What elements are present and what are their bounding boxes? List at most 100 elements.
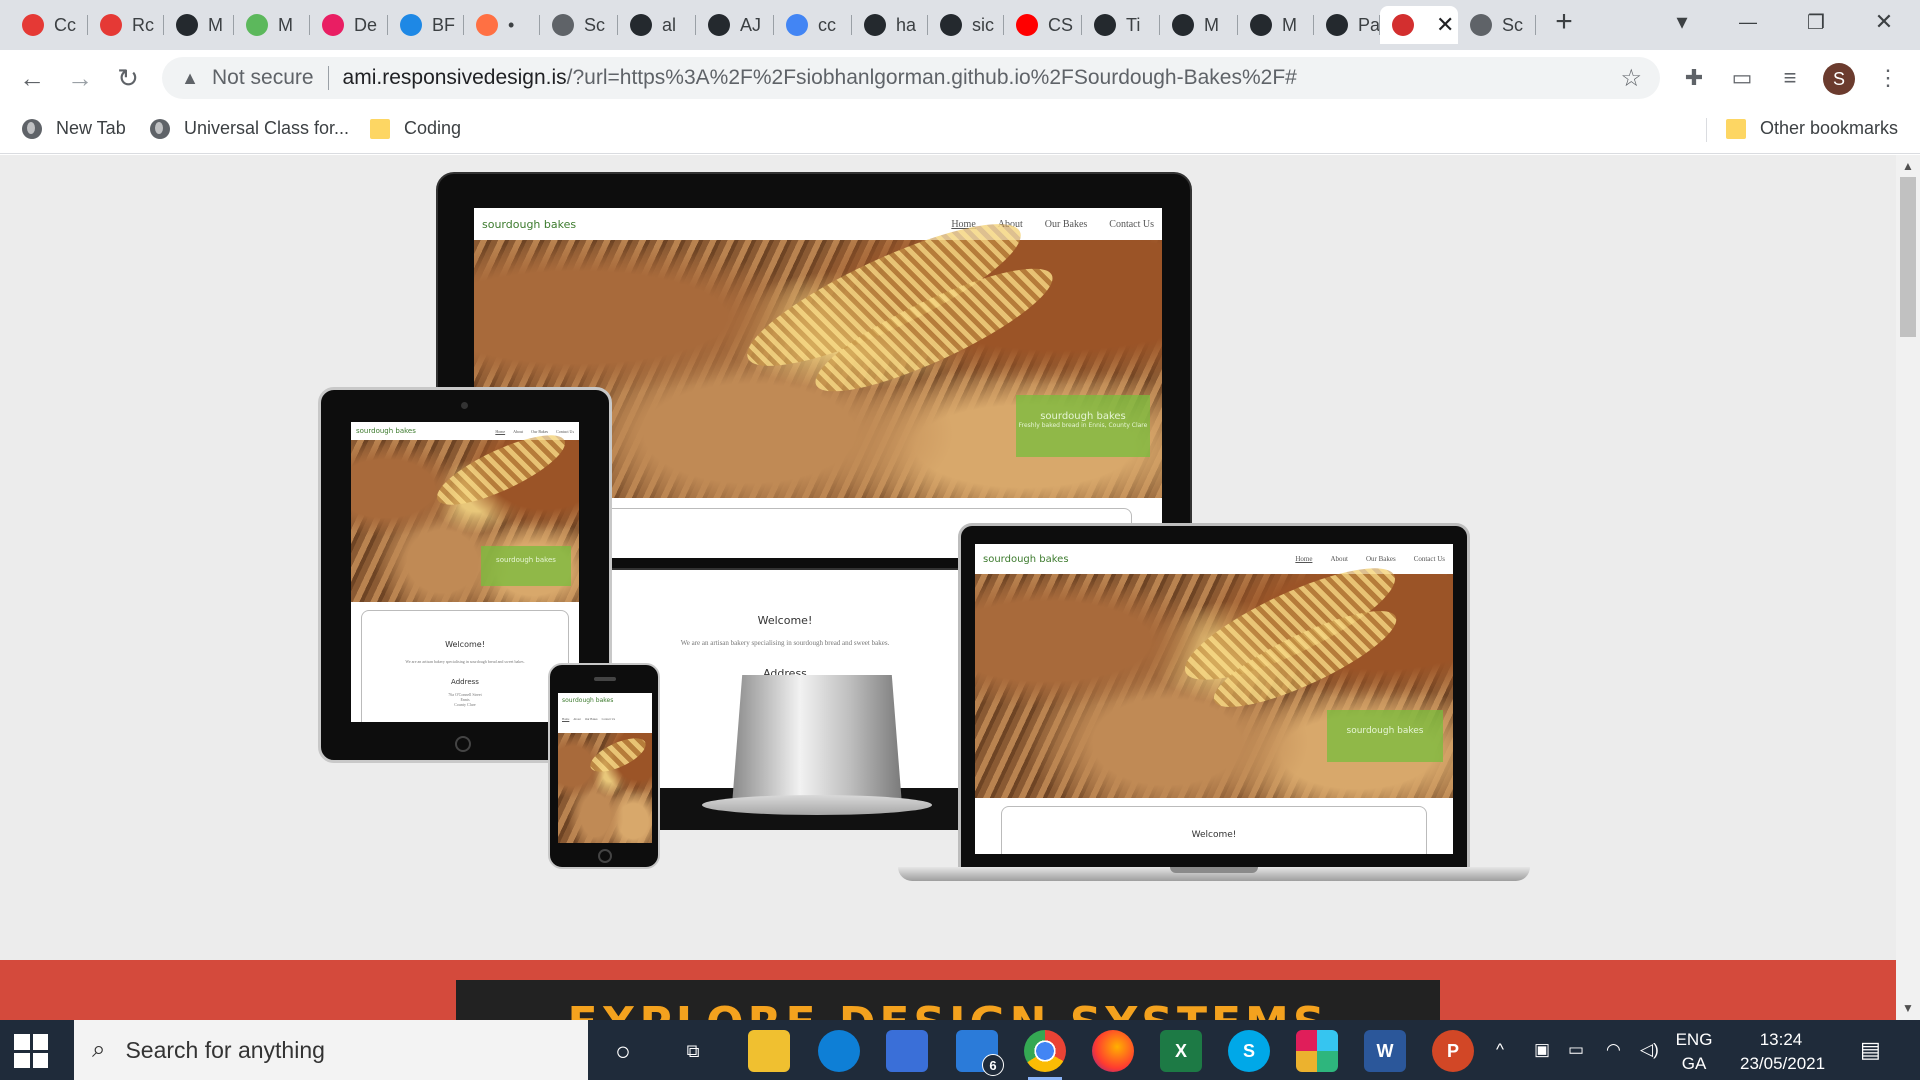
minimize-icon[interactable]: — [1726, 0, 1770, 44]
nav-our-bakes[interactable]: Our Bakes [531, 429, 548, 434]
bookmarks-bar: New Tab Universal Class for... Coding Ot… [0, 106, 1920, 154]
nav-contact[interactable]: Contact Us [1414, 555, 1445, 563]
mail-icon[interactable]: 6 [956, 1030, 1004, 1076]
nav-contact[interactable]: Contact Us [1109, 219, 1154, 230]
bookmark-universal-class[interactable]: Universal Class for... [150, 118, 349, 139]
browser-tab[interactable]: ha [852, 6, 928, 44]
nav-our-bakes[interactable]: Our Bakes [1045, 219, 1088, 230]
browser-tab[interactable]: M [164, 6, 234, 44]
tray-chevron-icon[interactable]: ^ [1496, 1020, 1504, 1080]
wifi-icon[interactable]: ◠ [1606, 1020, 1621, 1080]
browser-tab[interactable]: CS [1004, 6, 1082, 44]
browser-tab[interactable]: De [310, 6, 388, 44]
profile-avatar[interactable]: S [1823, 63, 1855, 95]
ad-banner[interactable]: EXPLORE DESIGN SYSTEMS [0, 960, 1896, 1020]
monitor-base [702, 795, 932, 815]
phone-device: sourdough bakes Home About Our Bakes Con… [548, 663, 660, 869]
nav-home[interactable]: Home [562, 717, 569, 721]
google-icon [786, 14, 808, 36]
excel-icon[interactable]: X [1160, 1030, 1202, 1072]
site-brand[interactable]: sourdough bakes [356, 427, 416, 435]
hero-image: sourdough bakes [351, 422, 579, 602]
site-brand[interactable]: sourdough bakes [482, 218, 576, 231]
slack-icon[interactable] [1296, 1030, 1338, 1072]
scroll-down-icon[interactable]: ▼ [1902, 1001, 1914, 1015]
chrome-icon[interactable] [1024, 1030, 1066, 1080]
forward-button[interactable]: → [60, 58, 100, 98]
scroll-up-icon[interactable]: ▲ [1902, 159, 1914, 173]
browser-tab[interactable]: Sc [540, 6, 618, 44]
browser-tab[interactable]: cc [774, 6, 852, 44]
nav-our-bakes[interactable]: Our Bakes [1366, 555, 1396, 563]
browser-tab[interactable]: AJ [696, 6, 774, 44]
new-tab-button[interactable]: + [1542, 0, 1586, 44]
bookmark-coding-folder[interactable]: Coding [370, 118, 461, 139]
browser-tab[interactable]: Rc [88, 6, 164, 44]
tab-search-icon[interactable]: ▾ [1660, 0, 1704, 44]
nav-our-bakes[interactable]: Our Bakes [585, 717, 598, 721]
browser-tab[interactable]: al [618, 6, 696, 44]
bookmark-star-icon[interactable]: ☆ [1620, 64, 1642, 93]
site-menu: Home About Our Bakes Contact Us [1295, 555, 1445, 563]
nav-contact[interactable]: Contact Us [556, 429, 574, 434]
nav-about[interactable]: About [513, 429, 523, 434]
browser-tab[interactable]: Sc [1458, 6, 1536, 44]
firefox-icon[interactable] [1092, 1030, 1134, 1072]
browser-tab[interactable]: ✕ [1380, 6, 1458, 44]
address-bar[interactable]: ▲ Not secure ami.responsivedesign.is/?ur… [162, 57, 1660, 99]
tab-label: M [1204, 14, 1219, 35]
github-icon [940, 14, 962, 36]
nav-about[interactable]: About [573, 717, 581, 721]
reload-button[interactable]: ↻ [108, 58, 148, 98]
browser-tab[interactable]: Pa [1314, 6, 1380, 44]
opera-icon [100, 14, 122, 36]
globe-icon [1470, 14, 1492, 36]
system-clock[interactable]: 13:24 23/05/2021 [1740, 1028, 1825, 1076]
page-scrollbar[interactable]: ▲ ▼ [1896, 155, 1920, 1020]
browser-tab[interactable]: M [1160, 6, 1238, 44]
browser-tab[interactable]: Ti [1082, 6, 1160, 44]
dm-icon [322, 14, 344, 36]
taskbar-search[interactable]: ⌕ Search for anything [74, 1020, 588, 1080]
powerpoint-icon[interactable]: P [1432, 1030, 1474, 1072]
other-bookmarks[interactable]: Other bookmarks [1726, 118, 1898, 139]
store-icon[interactable] [886, 1030, 928, 1072]
browser-tab[interactable]: • [464, 6, 540, 44]
browser-tab[interactable]: sic [928, 6, 1004, 44]
back-button[interactable]: ← [12, 58, 52, 98]
language-indicator[interactable]: ENG GA [1666, 1028, 1722, 1076]
media-control-icon[interactable]: ≡ [1774, 62, 1806, 94]
word-icon[interactable]: W [1364, 1030, 1406, 1072]
notifications-icon[interactable]: ▤ [1860, 1020, 1881, 1080]
browser-tab[interactable]: Cc [10, 6, 88, 44]
scroll-thumb[interactable] [1900, 177, 1916, 337]
close-tab-icon[interactable]: ✕ [1436, 12, 1454, 38]
cast-icon[interactable]: ▭ [1726, 62, 1758, 94]
start-windows-icon[interactable] [14, 1034, 48, 1068]
nav-home[interactable]: Home [495, 429, 505, 434]
bookmark-new-tab[interactable]: New Tab [22, 118, 126, 139]
file-explorer-icon[interactable] [748, 1030, 790, 1072]
site-brand[interactable]: sourdough bakes [562, 697, 613, 704]
nav-contact[interactable]: Contact Us [602, 717, 615, 721]
volume-icon[interactable]: ◁) [1640, 1020, 1659, 1080]
site-brand[interactable]: sourdough bakes [983, 554, 1069, 565]
browser-tab[interactable]: M [234, 6, 310, 44]
menu-kebab-icon[interactable]: ⋮ [1872, 62, 1904, 94]
battery-icon[interactable]: ▭ [1568, 1020, 1584, 1080]
nav-home[interactable]: Home [1295, 555, 1312, 563]
browser-tab[interactable]: M [1238, 6, 1314, 44]
restore-icon[interactable]: ❐ [1794, 0, 1838, 44]
cortana-icon[interactable]: ○ [602, 1030, 644, 1072]
edge-icon[interactable] [818, 1030, 860, 1072]
network-drive-icon[interactable]: ▣ [1534, 1020, 1550, 1080]
skype-icon[interactable]: S [1228, 1030, 1270, 1072]
extensions-icon[interactable]: ✚ [1678, 62, 1710, 94]
hero-image [558, 731, 652, 843]
folder-icon [370, 118, 390, 139]
lang-bottom: GA [1681, 1054, 1707, 1073]
close-window-icon[interactable]: ✕ [1862, 0, 1906, 44]
browser-tab[interactable]: BF [388, 6, 464, 44]
nav-about[interactable]: About [1330, 555, 1348, 563]
task-view-icon[interactable]: ⧉ [672, 1030, 714, 1072]
